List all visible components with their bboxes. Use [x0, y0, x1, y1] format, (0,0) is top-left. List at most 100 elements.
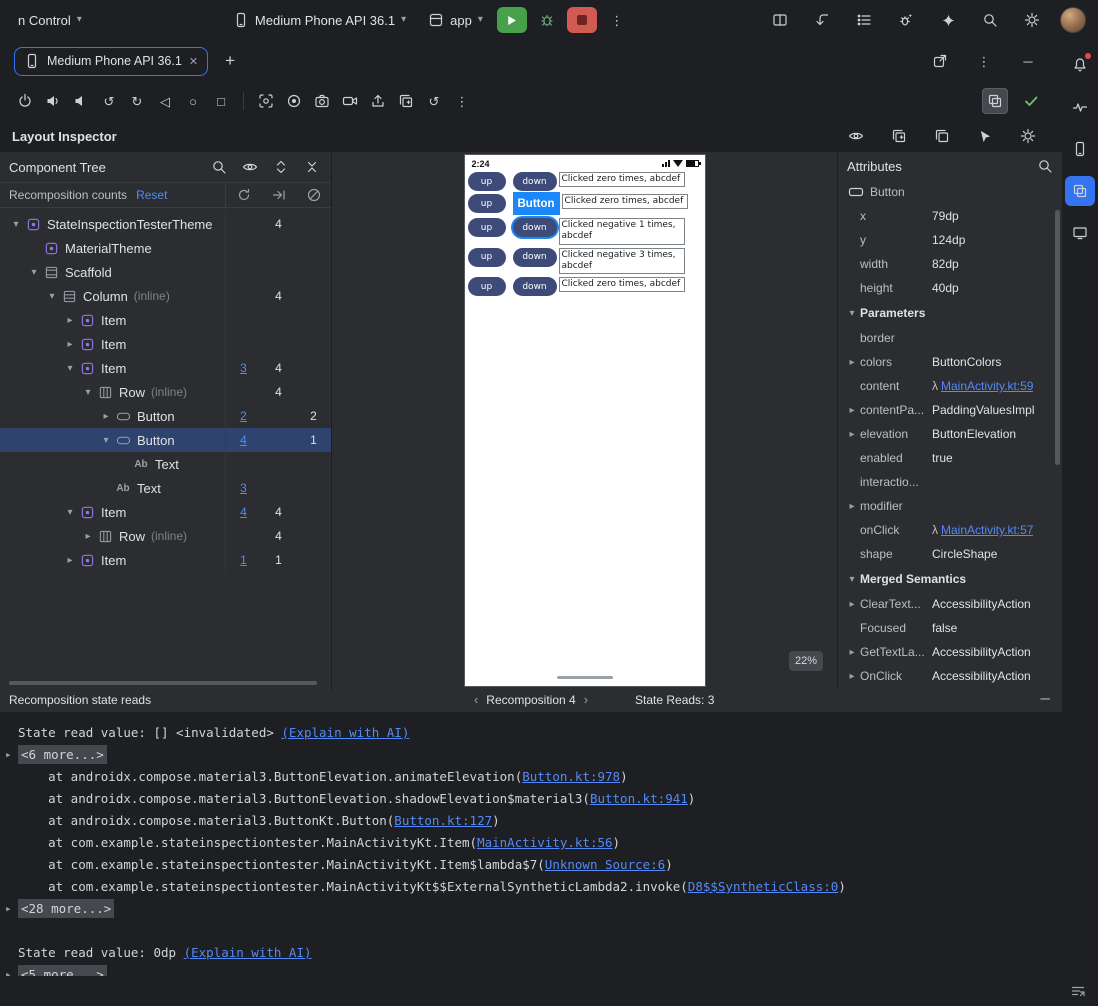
chevron-right-icon[interactable]: ▸	[845, 647, 859, 658]
run-button[interactable]	[496, 7, 527, 33]
attribute-row-shape[interactable]: shape CircleShape	[838, 542, 1062, 566]
tree-filter-button[interactable]	[240, 157, 260, 177]
chevron-right-icon[interactable]: ▸	[845, 429, 859, 440]
tree-node-item-4[interactable]: ▸ Item	[0, 308, 331, 332]
vcs-widget[interactable]: n Control ▾	[10, 9, 90, 32]
chevron-down-icon[interactable]: ▾	[845, 308, 859, 319]
reset-counts-link[interactable]: Reset	[136, 188, 167, 202]
back-button[interactable]: ◁	[152, 88, 178, 114]
running-devices-button[interactable]	[1065, 218, 1095, 248]
console-link[interactable]: D8$$SyntheticClass:0	[688, 879, 839, 894]
power-button[interactable]	[12, 88, 38, 114]
layout-inspector-tool-button[interactable]	[1065, 176, 1095, 206]
section-parameters[interactable]: ▾ Parameters	[838, 300, 1062, 326]
attribute-row-border[interactable]: border	[838, 326, 1062, 350]
close-tab-icon[interactable]: ✕	[189, 55, 198, 68]
inspector-settings-button[interactable]	[1014, 122, 1042, 150]
recomposition-count-link[interactable]: 2	[226, 404, 261, 428]
tree-node-scaffold-2[interactable]: ▾ Scaffold	[0, 260, 331, 284]
attribute-row-modifier[interactable]: ▸ modifier	[838, 494, 1062, 518]
debug-button[interactable]	[533, 6, 561, 34]
tree-node-item-14[interactable]: ▸ Item 1 1	[0, 548, 331, 572]
recomposition-count-link[interactable]: 4	[226, 500, 261, 524]
previous-recomposition-button[interactable]: ‹	[474, 692, 478, 707]
open-in-new-window-button[interactable]	[926, 47, 954, 75]
tree-node-column-3[interactable]: ▾ Column (inline) 4	[0, 284, 331, 308]
device-selector[interactable]: Medium Phone API 36.1 ▾	[225, 8, 414, 32]
recomposition-count-link[interactable]: 4	[226, 428, 261, 452]
reset-device-button[interactable]: ↺	[421, 88, 447, 114]
device-canvas[interactable]: 2:24 up down Clicked zero times, abcdef up B…	[332, 152, 837, 690]
tree-node-row-13[interactable]: ▸ Row (inline) 4	[0, 524, 331, 548]
tree-horizontal-scrollbar[interactable]	[9, 681, 317, 685]
up-button[interactable]: up	[467, 247, 506, 267]
volume-down-button[interactable]	[68, 88, 94, 114]
chevron-right-icon[interactable]: ▸	[845, 357, 859, 368]
chevron-down-icon[interactable]: ▾	[8, 219, 24, 230]
screen-record-button[interactable]	[281, 88, 307, 114]
camera-button[interactable]	[309, 88, 335, 114]
tree-node-row-7[interactable]: ▾ Row (inline) 4	[0, 380, 331, 404]
tree-node-stateinspectiontestertheme-0[interactable]: ▾ StateInspectionTesterTheme 4	[0, 212, 331, 236]
attribute-row-contentpa[interactable]: ▸ contentPa... PaddingValuesImpl	[838, 398, 1062, 422]
chevron-down-icon[interactable]: ▾	[44, 291, 60, 302]
console-link[interactable]: Unknown Source:6	[545, 857, 665, 872]
highlight-off-column-icon[interactable]	[296, 187, 331, 203]
layout-inspector-toggle[interactable]	[982, 88, 1008, 114]
notifications-button[interactable]	[1065, 50, 1095, 80]
attribute-row-elevation[interactable]: ▸ elevation ButtonElevation	[838, 422, 1062, 446]
device-screenshot[interactable]: 2:24 up down Clicked zero times, abcdef up B…	[463, 154, 706, 687]
folded-frames-chip[interactable]: <28 more...>	[18, 899, 115, 918]
tree-node-item-6[interactable]: ▾ Item 3 4	[0, 356, 331, 380]
add-tab-button[interactable]: +	[218, 49, 242, 73]
chevron-right-icon[interactable]: ▸	[62, 315, 78, 326]
down-button[interactable]: down	[512, 247, 557, 267]
profiler-button[interactable]	[1065, 92, 1095, 122]
chevron-right-icon[interactable]: ▸	[845, 671, 859, 682]
chevron-right-icon[interactable]: ▸	[845, 501, 859, 512]
recomposition-count-link[interactable]: 3	[226, 476, 261, 500]
chevron-down-icon[interactable]: ▾	[80, 387, 96, 398]
ai-debug-button[interactable]	[892, 6, 920, 34]
console-link[interactable]: MainActivity.kt:56	[477, 835, 612, 850]
tree-node-text-10[interactable]: Ab Text	[0, 452, 331, 476]
fold-expander-icon[interactable]: ▸	[5, 744, 12, 766]
recomposition-count-link[interactable]: 3	[226, 356, 261, 380]
attributes-scrollbar[interactable]	[1055, 210, 1060, 465]
source-location-link[interactable]: MainActivity.kt:59	[941, 379, 1033, 393]
recomposition-count-link[interactable]: 1	[226, 548, 261, 572]
chevron-down-icon[interactable]: ▾	[845, 574, 859, 585]
attribute-row-onclick[interactable]: ▸ OnClick AccessibilityAction	[838, 664, 1062, 688]
collapse-all-button[interactable]	[302, 157, 322, 177]
tree-node-button-9[interactable]: ▾ Button 4 1	[0, 428, 331, 452]
console-link[interactable]: (Explain with AI)	[184, 945, 312, 960]
sync-button[interactable]	[808, 6, 836, 34]
gemini-button[interactable]	[934, 6, 962, 34]
attribute-row-height[interactable]: height 40dp	[838, 276, 1062, 300]
attribute-row-y[interactable]: y 124dp	[838, 228, 1062, 252]
rotate-left-button[interactable]: ↺	[96, 88, 122, 114]
console-link[interactable]: Button.kt:127	[394, 813, 492, 828]
fold-expander-icon[interactable]: ▸	[5, 898, 12, 920]
rotate-right-button[interactable]: ↻	[124, 88, 150, 114]
down-button[interactable]: down	[512, 218, 557, 237]
up-button[interactable]: up	[467, 194, 506, 213]
connected-status-button[interactable]	[1018, 88, 1044, 114]
down-button[interactable]: down	[512, 172, 557, 191]
attribute-row-width[interactable]: width 82dp	[838, 252, 1062, 276]
snapshots-button[interactable]	[393, 88, 419, 114]
expand-all-button[interactable]	[271, 157, 291, 177]
chevron-down-icon[interactable]: ▾	[26, 267, 42, 278]
chevron-right-icon[interactable]: ▸	[845, 599, 859, 610]
folded-frames-chip[interactable]: <6 more...>	[18, 745, 107, 764]
settings-button[interactable]	[1018, 6, 1046, 34]
search-icon[interactable]	[1037, 158, 1053, 174]
chevron-down-icon[interactable]: ▾	[98, 435, 114, 446]
device-manager-button[interactable]	[1065, 134, 1095, 164]
overview-button[interactable]: □	[208, 88, 234, 114]
console-link[interactable]: Button.kt:941	[590, 791, 688, 806]
home-button[interactable]: ○	[180, 88, 206, 114]
attribute-row-cleartext[interactable]: ▸ ClearText... AccessibilityAction	[838, 592, 1062, 616]
attribute-row-gettextla[interactable]: ▸ GetTextLa... AccessibilityAction	[838, 640, 1062, 664]
console-link[interactable]: (Explain with AI)	[281, 725, 409, 740]
